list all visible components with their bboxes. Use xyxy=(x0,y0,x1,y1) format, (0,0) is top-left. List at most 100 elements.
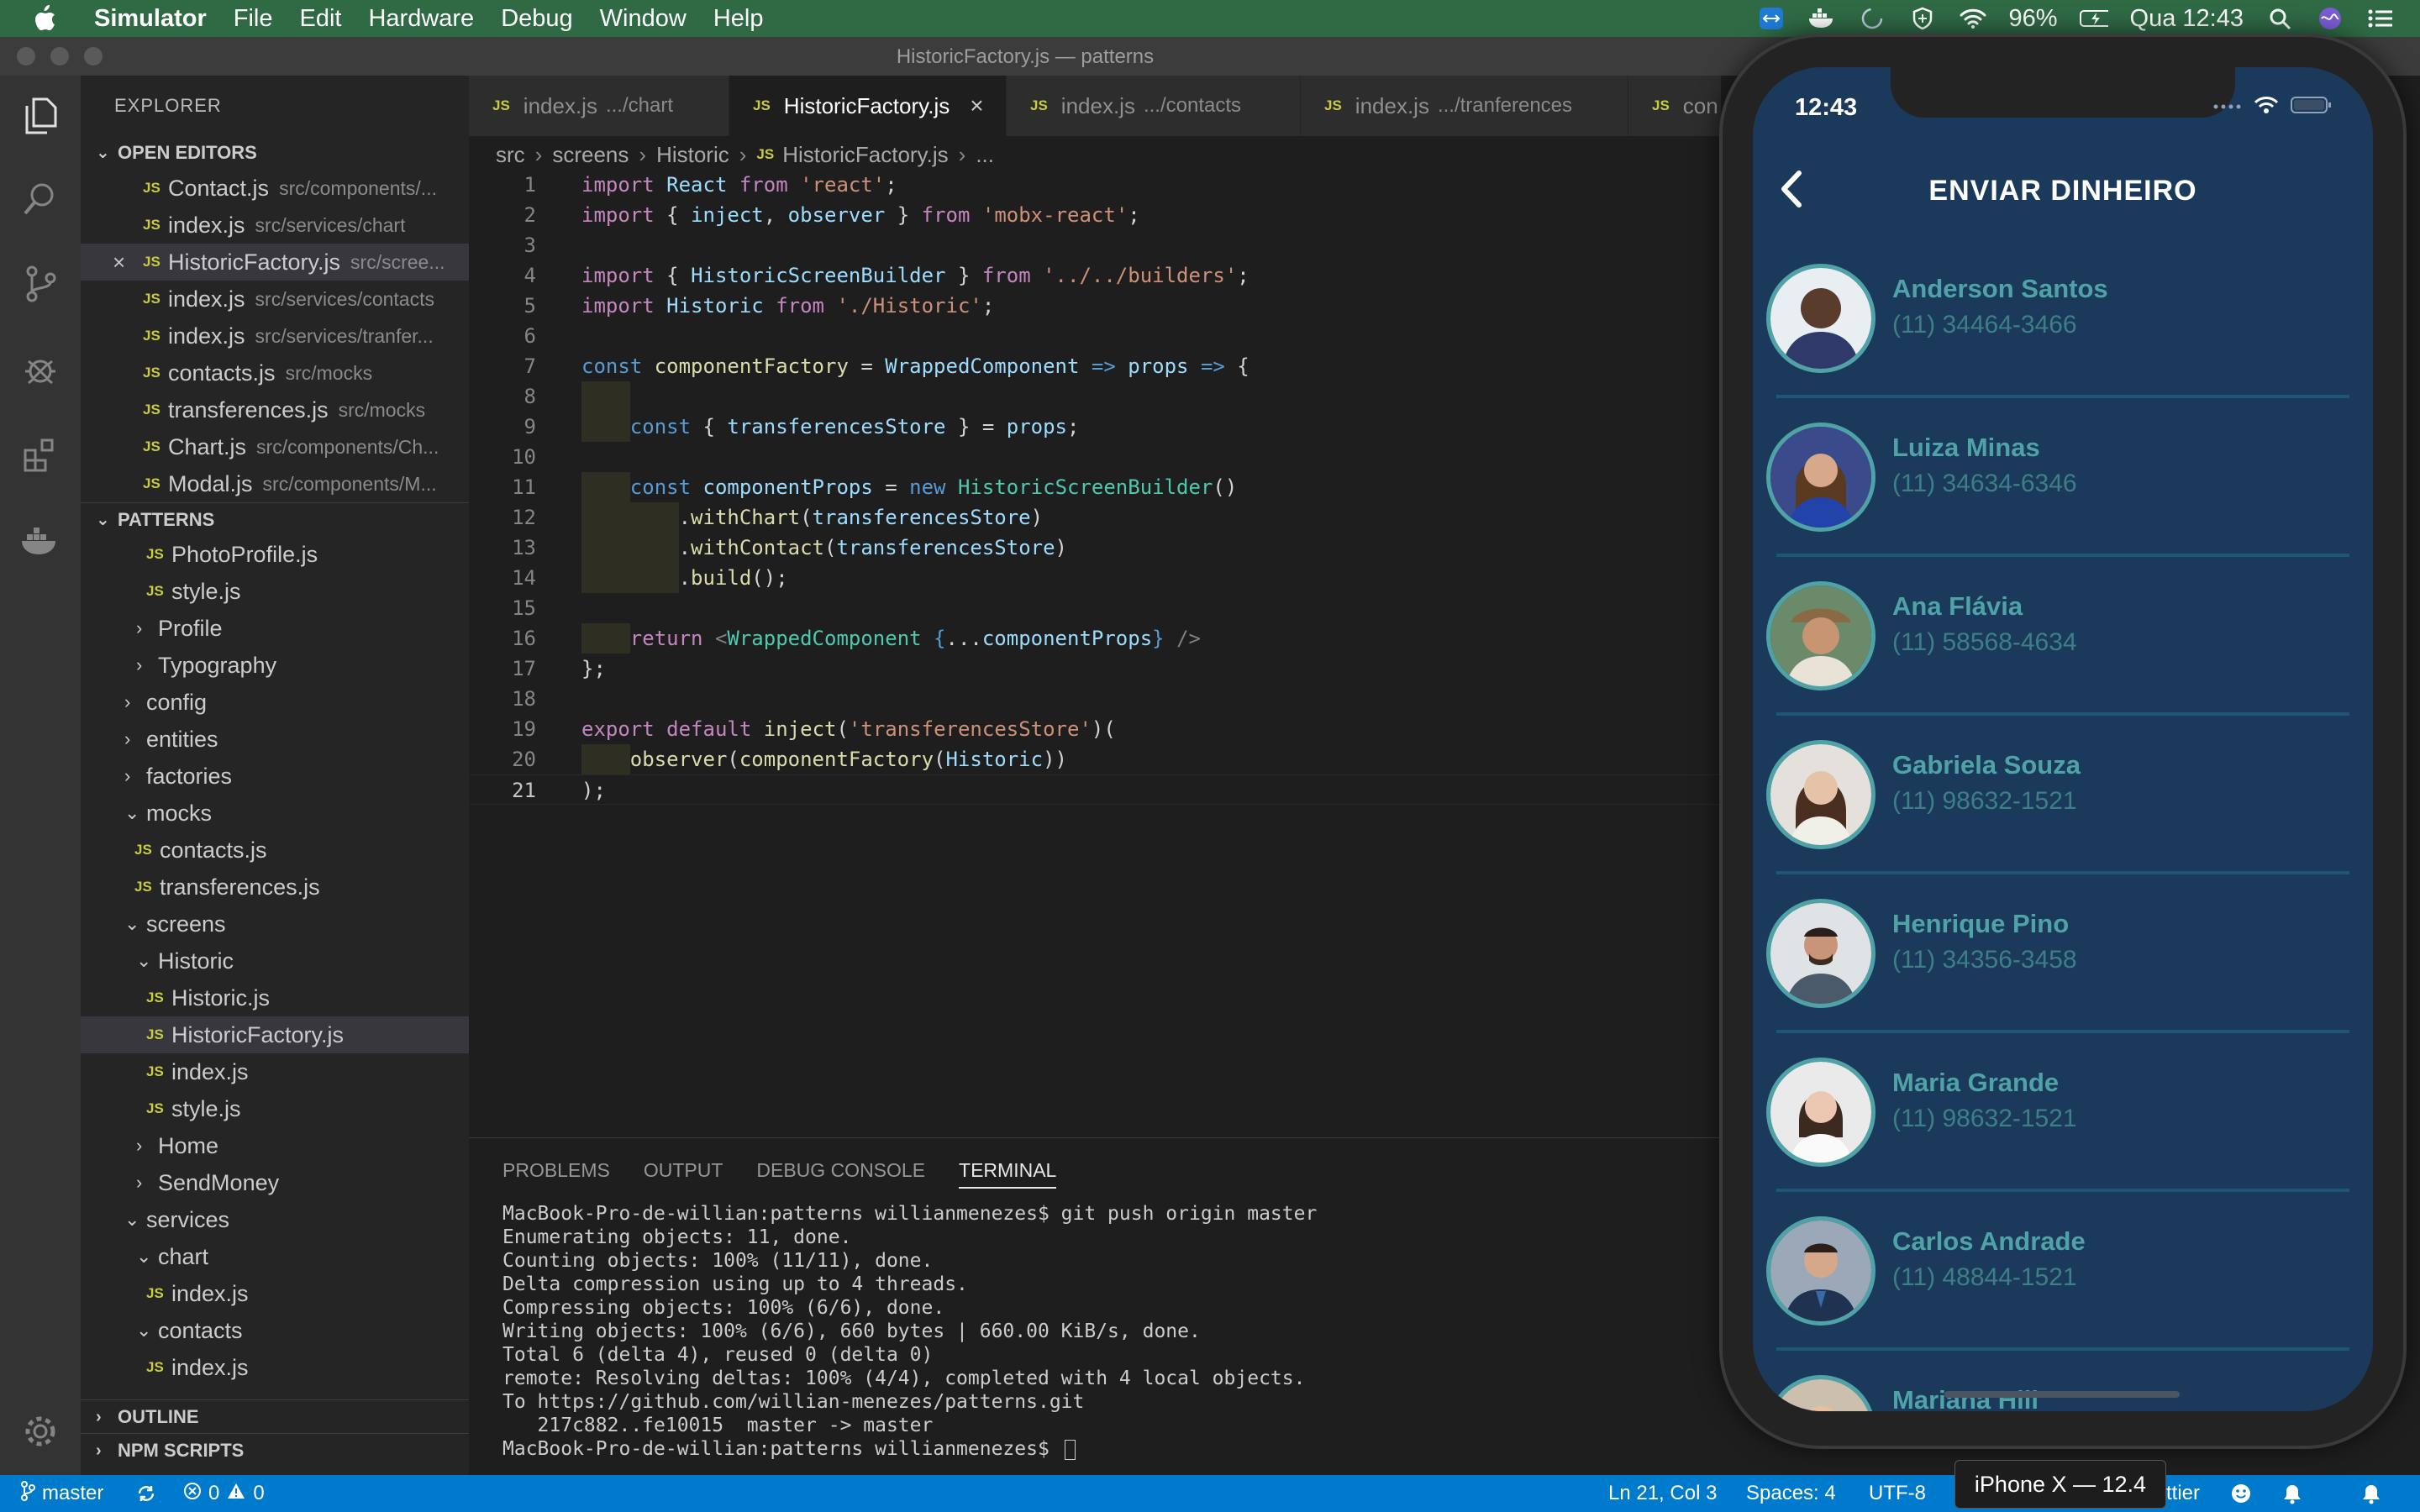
open-editor-item[interactable]: JS Contact.js src/components/... xyxy=(81,170,469,207)
tree-folder-open[interactable]: ⌄ screens xyxy=(81,906,469,942)
open-editor-item-active[interactable]: × JS HistoricFactory.js src/scree... xyxy=(81,244,469,281)
tree-folder-open[interactable]: ⌄ contacts xyxy=(81,1312,469,1349)
tab-index-tranferences[interactable]: JS index.js .../tranferences xyxy=(1301,76,1628,136)
breadcrumb-item[interactable]: ... xyxy=(976,142,994,168)
contact-list-item[interactable]: Gabriela Souza (11) 98632-1521 xyxy=(1753,727,2373,885)
tree-folder-open[interactable]: ⌄ services xyxy=(81,1201,469,1238)
code-editor[interactable]: 1 import React from 'react'; 2 import { in… xyxy=(469,170,1721,808)
menu-edit[interactable]: Edit xyxy=(299,5,341,33)
tree-file[interactable]: JS contacts.js xyxy=(81,832,469,869)
contact-list-item-partial[interactable]: Mariana Hill xyxy=(1753,1362,2373,1411)
open-editor-item[interactable]: JS transferences.js src/mocks xyxy=(81,391,469,428)
tree-folder-open[interactable]: ⌄ chart xyxy=(81,1238,469,1275)
tree-file[interactable]: JS transferences.js xyxy=(81,869,469,906)
explorer-icon[interactable] xyxy=(20,96,60,136)
sync-icon[interactable] xyxy=(136,1483,156,1504)
wifi-icon[interactable] xyxy=(1959,6,1987,31)
formatter-status[interactable]: ttier xyxy=(2166,1482,2200,1505)
open-editor-item[interactable]: JS Chart.js src/components/Ch... xyxy=(81,428,469,465)
tab-output[interactable]: OUTPUT xyxy=(644,1159,723,1182)
problems-status[interactable]: 0 0 xyxy=(183,1482,265,1506)
close-editor-icon[interactable]: × xyxy=(113,249,125,276)
tree-folder-open[interactable]: ⌄ mocks xyxy=(81,795,469,832)
apple-icon[interactable] xyxy=(32,4,66,33)
terminal-prompt-line[interactable]: MacBook-Pro-de-willian:patterns willianm… xyxy=(502,1437,1721,1461)
tab-problems[interactable]: PROBLEMS xyxy=(502,1159,610,1182)
tree-folder[interactable]: › SendMoney xyxy=(81,1164,469,1201)
open-editor-item[interactable]: JS index.js src/services/chart xyxy=(81,207,469,244)
menu-help[interactable]: Help xyxy=(713,5,764,33)
tree-folder[interactable]: › Typography xyxy=(81,647,469,684)
settings-gear-icon[interactable] xyxy=(20,1411,60,1452)
open-editor-item[interactable]: JS Modal.js src/components/M... xyxy=(81,465,469,502)
tree-file[interactable]: JS PhotoProfile.js xyxy=(81,536,469,573)
tree-file-active[interactable]: JS HistoricFactory.js xyxy=(81,1016,469,1053)
notifications-bell-icon[interactable] xyxy=(2282,1483,2302,1504)
encoding-status[interactable]: UTF-8 xyxy=(1869,1482,1926,1505)
menu-app-name[interactable]: Simulator xyxy=(94,5,207,33)
home-indicator[interactable] xyxy=(1944,1391,2180,1398)
contact-list-item[interactable]: Henrique Pino (11) 34356-3458 xyxy=(1753,885,2373,1044)
open-editor-item[interactable]: JS index.js src/services/tranfer... xyxy=(81,318,469,354)
tab-historic-factory[interactable]: JS HistoricFactory.js × xyxy=(729,76,1007,136)
menu-debug[interactable]: Debug xyxy=(501,5,572,33)
search-icon[interactable] xyxy=(20,178,60,218)
menu-window[interactable]: Window xyxy=(600,5,687,33)
extensions-icon[interactable] xyxy=(20,435,60,475)
breadcrumb-item[interactable]: screens xyxy=(552,142,629,168)
indentation-status[interactable]: Spaces: 4 xyxy=(1746,1482,1836,1505)
tab-contacts-partial[interactable]: JS con xyxy=(1628,76,1721,136)
debug-icon[interactable] xyxy=(20,349,60,390)
shield-icon[interactable] xyxy=(1908,6,1937,31)
project-header[interactable]: ⌄ PATTERNS xyxy=(81,502,469,536)
open-editors-header[interactable]: ⌄ OPEN EDITORS xyxy=(81,136,469,170)
contact-list-item[interactable]: Carlos Andrade (11) 48844-1521 xyxy=(1753,1203,2373,1362)
contact-list-item[interactable]: Anderson Santos (11) 34464-3466 xyxy=(1753,250,2373,409)
open-editor-item[interactable]: JS index.js src/services/contacts xyxy=(81,281,469,318)
cursor-position[interactable]: Ln 21, Col 3 xyxy=(1608,1482,1717,1505)
notification-center-icon[interactable] xyxy=(2366,6,2395,31)
contact-list-item[interactable]: Maria Grande (11) 98632-1521 xyxy=(1753,1044,2373,1203)
terminal[interactable]: MacBook-Pro-de-willian:patterns willianm… xyxy=(469,1202,1721,1461)
tree-file[interactable]: JS style.js xyxy=(81,573,469,610)
tree-folder[interactable]: › config xyxy=(81,684,469,721)
contact-list-item[interactable]: Luiza Minas (11) 34634-6346 xyxy=(1753,409,2373,568)
siri-icon[interactable] xyxy=(2316,6,2344,31)
tab-index-contacts[interactable]: JS index.js .../contacts xyxy=(1007,76,1301,136)
tree-file[interactable]: JS index.js xyxy=(81,1053,469,1090)
tab-terminal[interactable]: TERMINAL xyxy=(959,1159,1057,1189)
tree-folder[interactable]: › Home xyxy=(81,1127,469,1164)
close-tab-icon[interactable]: × xyxy=(970,92,983,119)
tree-file[interactable]: JS index.js xyxy=(81,1275,469,1312)
git-branch-status[interactable]: master xyxy=(20,1480,103,1507)
tree-file[interactable]: JS Historic.js xyxy=(81,979,469,1016)
breadcrumb-item[interactable]: HistoricFactory.js xyxy=(782,142,948,168)
tab-debug-console[interactable]: DEBUG CONSOLE xyxy=(756,1159,925,1182)
contact-list-item[interactable]: Ana Flávia (11) 58568-4634 xyxy=(1753,568,2373,727)
iphone-screen[interactable]: 12:43 ENVIAR DINHEIRO Anderson Santos (1… xyxy=(1753,67,2373,1411)
open-editor-item[interactable]: JS contacts.js src/mocks xyxy=(81,354,469,391)
tree-file[interactable]: JS index.js xyxy=(81,1349,469,1386)
source-control-icon[interactable] xyxy=(20,264,60,304)
breadcrumb-item[interactable]: Historic xyxy=(656,142,729,168)
notifications-bell-icon-2[interactable] xyxy=(2361,1483,2381,1504)
docker-icon[interactable] xyxy=(1807,6,1836,31)
menu-hardware[interactable]: Hardware xyxy=(368,5,474,33)
tree-folder[interactable]: › entities xyxy=(81,721,469,758)
tree-folder[interactable]: › factories xyxy=(81,758,469,795)
outline-header[interactable]: › OUTLINE xyxy=(81,1399,469,1433)
menu-file[interactable]: File xyxy=(234,5,273,33)
npm-scripts-header[interactable]: › NPM SCRIPTS xyxy=(81,1433,469,1467)
menu-bar-clock[interactable]: Qua 12:43 xyxy=(2130,5,2244,33)
tab-index-chart[interactable]: JS index.js .../chart xyxy=(469,76,729,136)
spotlight-search-icon[interactable] xyxy=(2265,6,2294,31)
breadcrumb-item[interactable]: src xyxy=(496,142,525,168)
tree-folder[interactable]: › Profile xyxy=(81,610,469,647)
sync-status-icon[interactable] xyxy=(1858,6,1886,31)
feedback-smiley-icon[interactable] xyxy=(2230,1483,2252,1504)
tree-file[interactable]: JS style.js xyxy=(81,1090,469,1127)
battery-icon[interactable] xyxy=(2079,6,2108,31)
docker-extension-icon[interactable] xyxy=(20,521,60,561)
teamviewer-icon[interactable] xyxy=(1757,6,1786,31)
tree-folder-open[interactable]: ⌄ Historic xyxy=(81,942,469,979)
